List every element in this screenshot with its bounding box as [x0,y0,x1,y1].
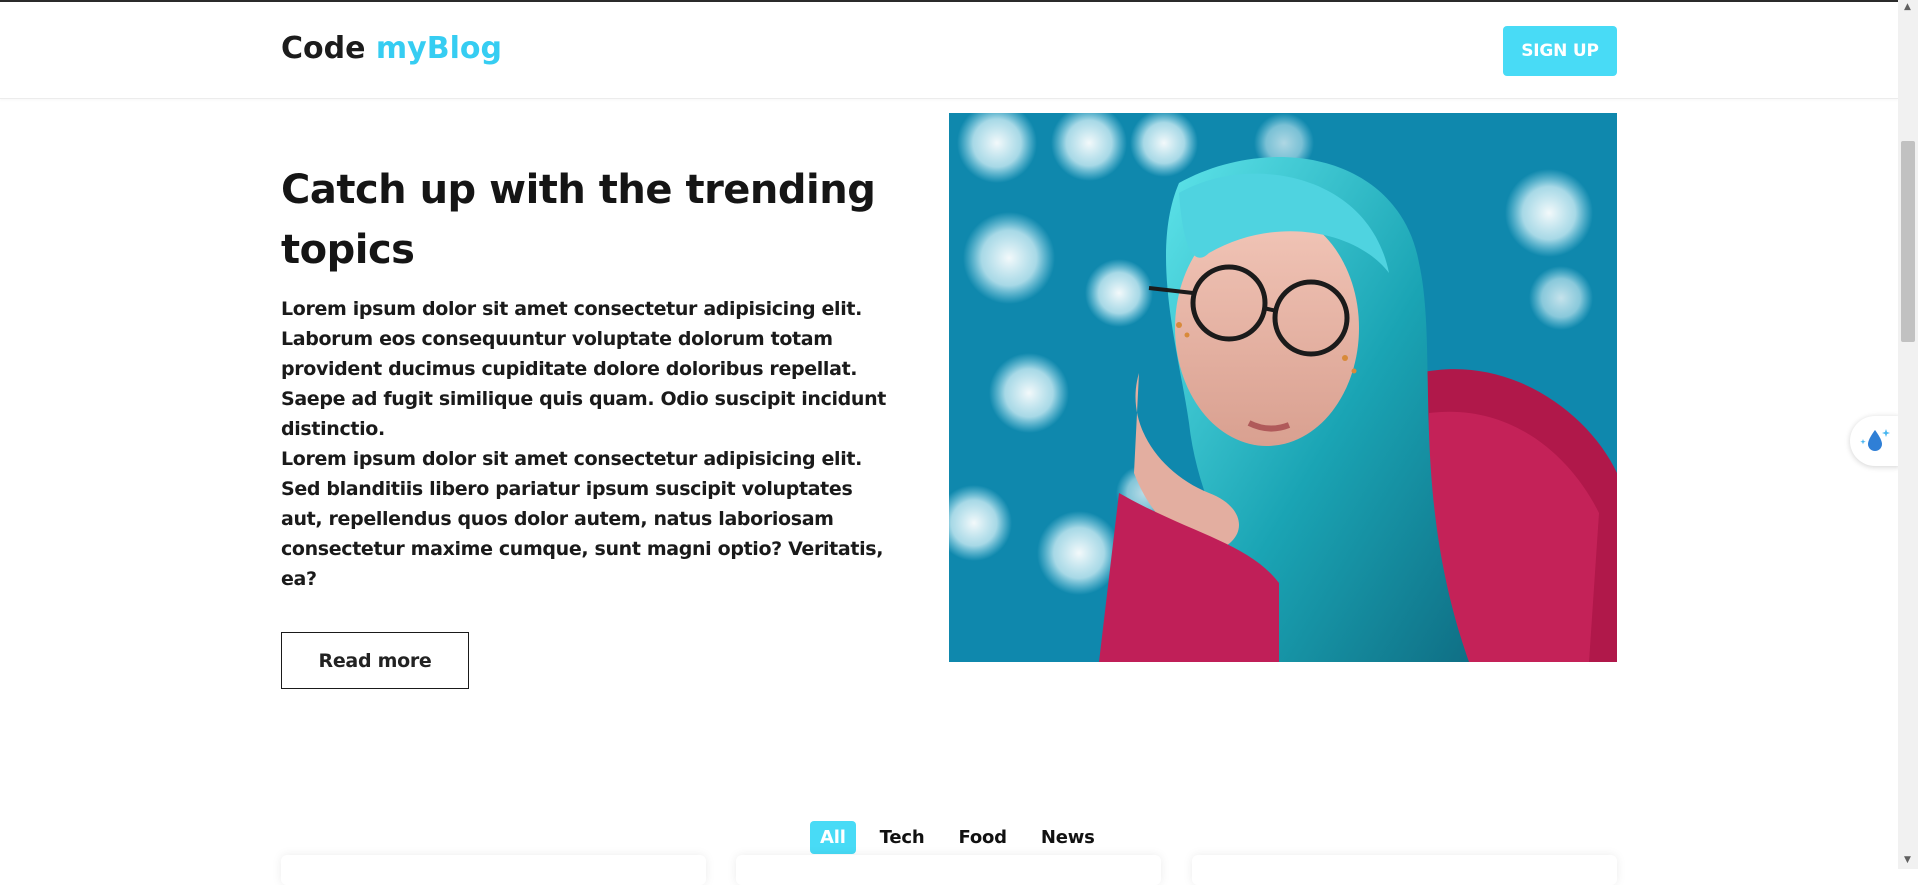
floating-assistant-widget[interactable] [1850,416,1900,466]
hero-image [949,113,1617,662]
logo-text-myblog: myBlog [375,31,502,66]
hero-paragraph: Lorem ipsum dolor sit amet consectetur a… [281,294,891,594]
blog-card[interactable] [1192,855,1617,885]
tab-news[interactable]: News [1031,821,1105,854]
sparkle-drop-icon [1860,429,1890,451]
scrollbar-thumb[interactable] [1901,141,1915,342]
logo-text-code: Code [281,31,376,66]
signup-button[interactable]: SIGN UP [1503,26,1617,76]
hero-paragraph-2: Lorem ipsum dolor sit amet consectetur a… [281,448,884,590]
tab-food[interactable]: Food [948,821,1016,854]
read-more-button[interactable]: Read more [281,632,469,689]
tab-all[interactable]: All [810,820,856,854]
hero-title: Catch up with the trending topics [281,167,876,273]
blog-card[interactable] [281,855,706,885]
site-logo[interactable]: Code myBlog [281,31,502,66]
scroll-up-arrow-icon[interactable]: ▲ [1904,2,1911,12]
hero-text: Catch up with the trending topics Lorem … [281,160,891,594]
scrollbar-track[interactable] [1898,0,1918,869]
tab-tech[interactable]: Tech [870,821,935,854]
blog-card[interactable] [736,855,1161,885]
category-filter-tabs: All Tech Food News [810,818,1105,856]
scroll-down-arrow-icon[interactable]: ▼ [1904,855,1911,865]
navbar: Code myBlog SIGN UP [0,2,1898,99]
hero-paragraph-1: Lorem ipsum dolor sit amet consectetur a… [281,298,886,440]
hero-photo-illustration [949,113,1617,662]
